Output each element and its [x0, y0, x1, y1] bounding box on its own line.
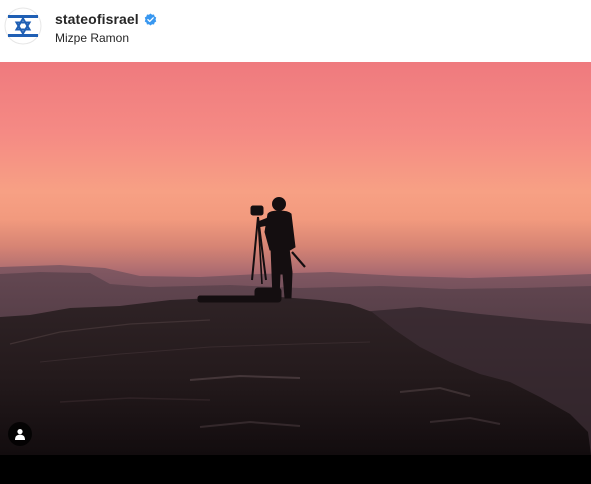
sunset-photo-image	[0, 62, 591, 455]
instagram-post: stateofisrael Mizpe Ramon	[0, 0, 591, 484]
bottom-bar	[0, 455, 591, 484]
location-link[interactable]: Mizpe Ramon	[55, 31, 129, 45]
person-tag-icon	[15, 429, 25, 440]
avatar[interactable]	[4, 7, 42, 45]
account-name[interactable]: stateofisrael	[55, 11, 139, 27]
account-name-row: stateofisrael	[55, 11, 157, 27]
post-header: stateofisrael Mizpe Ramon	[0, 0, 591, 62]
post-photo[interactable]	[0, 62, 591, 455]
star-of-david-icon	[4, 7, 42, 45]
verified-badge-icon	[144, 13, 157, 25]
user-tags-button[interactable]	[8, 422, 32, 446]
